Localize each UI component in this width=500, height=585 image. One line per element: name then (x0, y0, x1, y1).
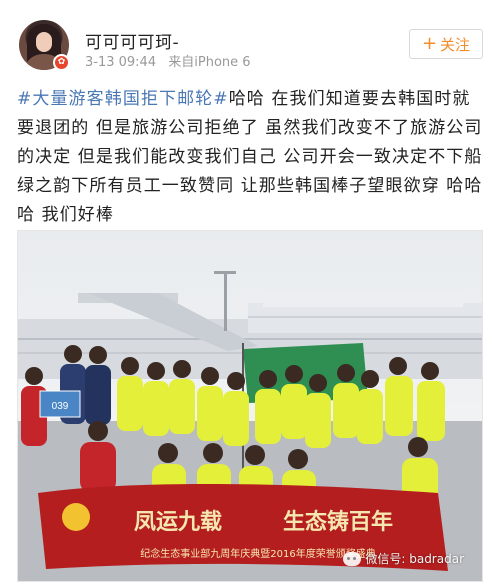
hashtag-link[interactable]: #大量游客韩国拒下邮轮# (17, 89, 229, 109)
banner-subtitle: 纪念生态事业部九周年庆典暨2016年度荣誉颁奖盛典 (140, 547, 375, 560)
group-photo: 039 凤运九载 生态铸百年 纪念生态事业部九周年庆典暨2016年度荣誉颁奖盛典 (18, 231, 482, 581)
post-body: 哈哈 在我们知道要去韩国时就要退团的 但是旅游公司拒绝了 虽然我们改变不了旅游公… (17, 89, 483, 225)
username[interactable]: 可可可可珂- (85, 28, 179, 53)
watermark-text: 微信号: badradar (365, 552, 464, 566)
post-meta: 3-13 09:44 来自iPhone 6 (85, 51, 251, 70)
avatar-face (36, 32, 52, 52)
verified-badge-icon: ✿ (53, 54, 70, 71)
plus-icon: + (421, 33, 438, 54)
timestamp: 3-13 09:44 (85, 55, 157, 70)
follow-button[interactable]: + 关注 (409, 29, 483, 59)
number-sign: 039 (39, 390, 81, 418)
post-text: #大量游客韩国拒下邮轮#哈哈 在我们知道要去韩国时就要退团的 但是旅游公司拒绝了… (17, 85, 485, 230)
watermark: 微信号: badradar (343, 550, 464, 567)
source: 来自iPhone 6 (168, 55, 251, 70)
post-photo[interactable]: 039 凤运九载 生态铸百年 纪念生态事业部九周年庆典暨2016年度荣誉颁奖盛典… (17, 230, 483, 582)
banner-main-right: 生态铸百年 (283, 509, 393, 535)
follow-label: 关注 (440, 35, 471, 54)
wechat-icon (343, 551, 362, 566)
banner-main-left: 凤运九载 (134, 509, 222, 535)
sign-number: 039 (52, 401, 69, 412)
